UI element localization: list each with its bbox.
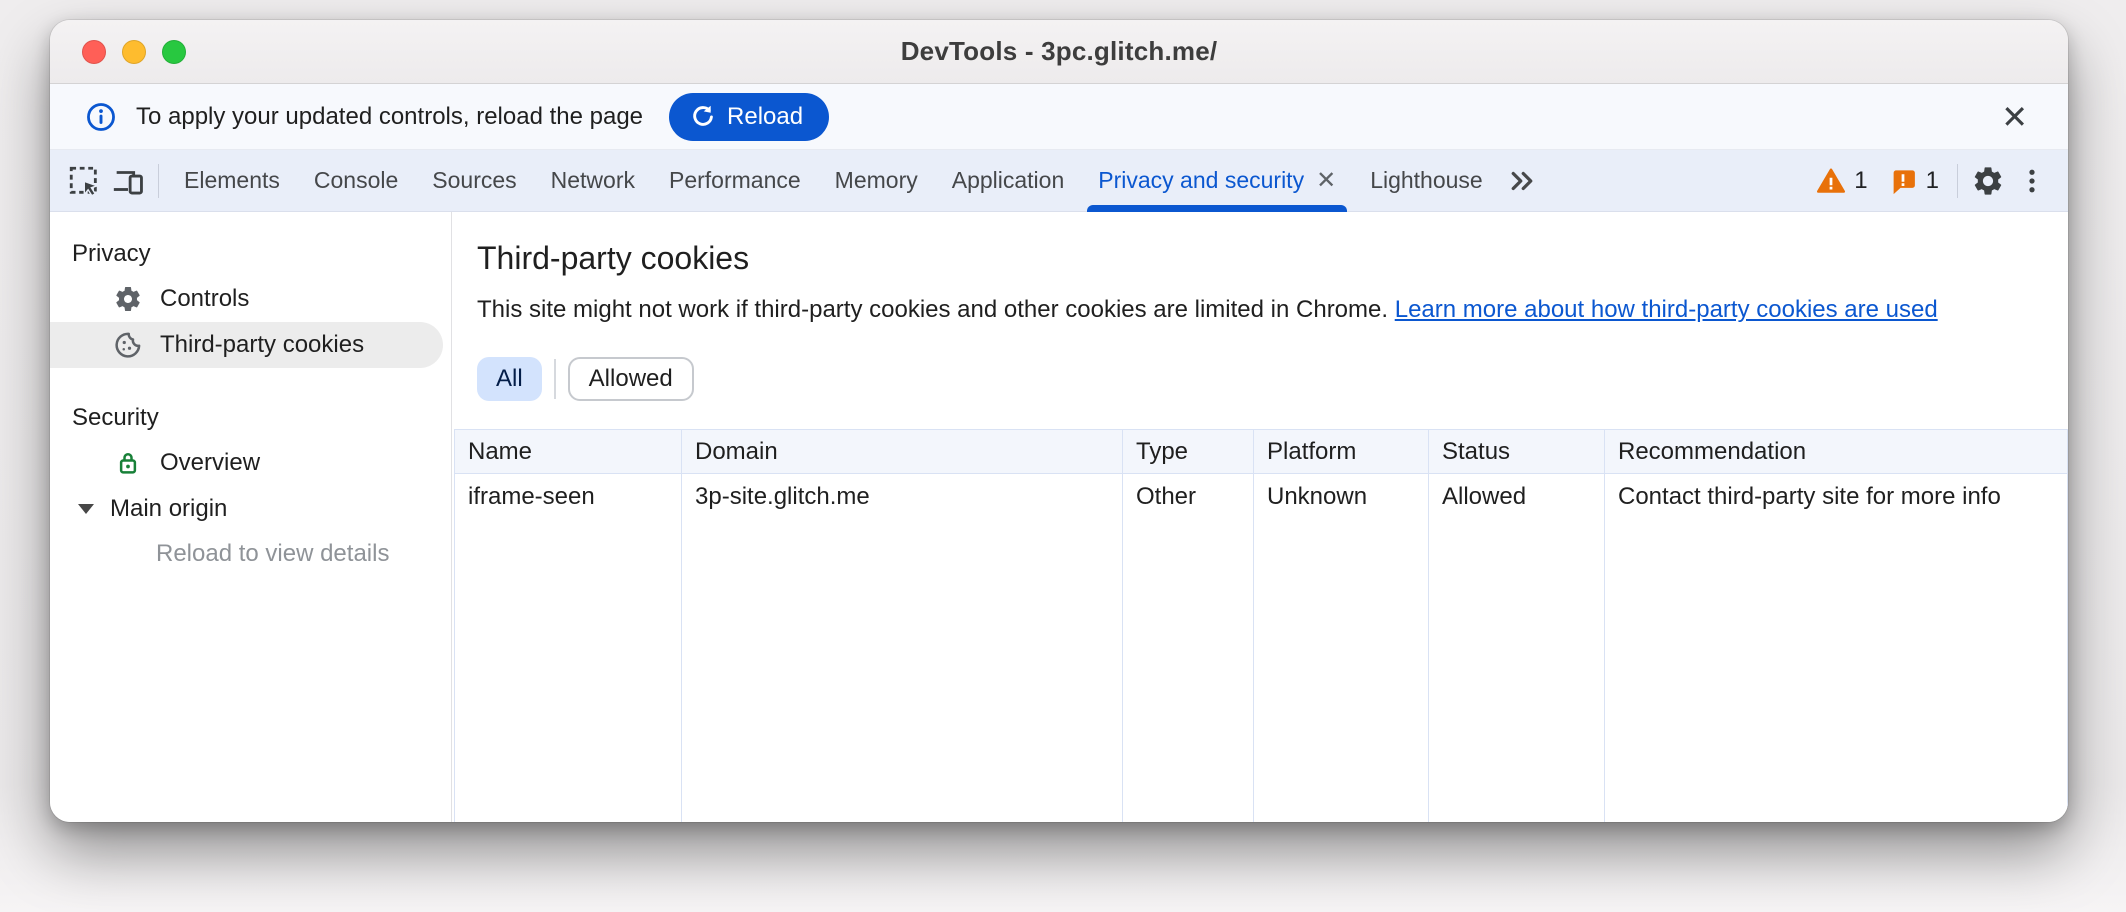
table-filler-column <box>1254 520 1429 822</box>
sidebar-item-overview[interactable]: Overview <box>50 440 443 486</box>
toolbar-divider-right <box>1957 164 1958 198</box>
minimize-window-button[interactable] <box>122 40 146 64</box>
sidebar-item-label: Main origin <box>110 495 227 523</box>
column-header-domain: Domain <box>682 429 1123 474</box>
cookies-table: Name Domain Type Platform Status Recomme… <box>454 429 2068 822</box>
tab-network[interactable]: Network <box>534 150 652 212</box>
sidebar-section-security: Security <box>50 396 451 440</box>
titlebar: DevTools - 3pc.glitch.me/ <box>50 20 2068 84</box>
table-row-cell-platform[interactable]: Unknown <box>1254 474 1429 520</box>
active-tab-underline <box>1087 205 1347 212</box>
sidebar-gap <box>50 368 451 396</box>
sidebar-item-third-party-cookies[interactable]: Third-party cookies <box>50 322 443 368</box>
table-row-cell-name[interactable]: iframe-seen <box>454 474 682 520</box>
table-row-cell-domain[interactable]: 3p-site.glitch.me <box>682 474 1123 520</box>
third-party-cookies-panel: Third-party cookies This site might not … <box>452 212 2068 822</box>
column-header-platform: Platform <box>1254 429 1429 474</box>
column-header-status: Status <box>1429 429 1605 474</box>
traffic-lights <box>82 20 186 83</box>
reload-to-view-details-note: Reload to view details <box>50 532 451 576</box>
gear-icon <box>112 283 144 315</box>
reload-infobar: To apply your updated controls, reload t… <box>50 84 2068 150</box>
column-header-name: Name <box>454 429 682 474</box>
table-filler-column <box>1429 520 1605 822</box>
table-row-cell-status[interactable]: Allowed <box>1429 474 1605 520</box>
panel-description: This site might not work if third-party … <box>477 293 2028 327</box>
filter-chip-allowed[interactable]: Allowed <box>568 357 694 401</box>
triangle-expander-icon[interactable] <box>78 504 94 514</box>
warning-icon <box>1816 166 1846 196</box>
reload-button-label: Reload <box>727 103 803 131</box>
device-toolbar-icon[interactable] <box>106 159 150 203</box>
close-window-button[interactable] <box>82 40 106 64</box>
tab-privacy-and-security[interactable]: Privacy and security ✕ <box>1081 150 1353 212</box>
tab-console[interactable]: Console <box>297 150 415 212</box>
zoom-window-button[interactable] <box>162 40 186 64</box>
devtools-toolbar: Elements Console Sources Network Perform… <box>50 150 2068 212</box>
sidebar-item-label: Third-party cookies <box>160 331 364 359</box>
more-options-icon[interactable] <box>2010 159 2054 203</box>
sidebar-item-controls[interactable]: Controls <box>50 276 443 322</box>
warning-count: 1 <box>1854 167 1867 195</box>
tab-sources[interactable]: Sources <box>415 150 533 212</box>
filter-chip-all[interactable]: All <box>477 357 542 401</box>
issue-count: 1 <box>1926 167 1939 195</box>
window-title: DevTools - 3pc.glitch.me/ <box>901 36 1218 67</box>
chip-divider <box>554 359 556 399</box>
table-filler-column <box>454 520 682 822</box>
column-header-type: Type <box>1123 429 1254 474</box>
lock-icon <box>112 447 144 479</box>
toolbar-divider <box>158 164 159 198</box>
panel-content: Privacy Controls Third-party cookies Sec… <box>50 212 2068 822</box>
tab-lighthouse[interactable]: Lighthouse <box>1353 150 1500 212</box>
panel-header: Third-party cookies This site might not … <box>452 212 2068 401</box>
cookie-icon <box>112 329 144 361</box>
tab-close-icon[interactable]: ✕ <box>1316 166 1336 195</box>
sidebar-item-label: Controls <box>160 285 249 313</box>
table-filler-column <box>1605 520 2068 822</box>
table-row-cell-type[interactable]: Other <box>1123 474 1254 520</box>
more-tabs-icon[interactable] <box>1500 159 1544 203</box>
table-filler-column <box>682 520 1123 822</box>
inspect-element-icon[interactable] <box>62 159 106 203</box>
issues-icon <box>1888 166 1918 196</box>
sidebar-item-label: Overview <box>160 449 260 477</box>
table-row-cell-recommendation[interactable]: Contact third-party site for more info <box>1605 474 2068 520</box>
devtools-window: DevTools - 3pc.glitch.me/ To apply your … <box>50 20 2068 822</box>
table-filler-column <box>1123 520 1254 822</box>
sidebar-item-main-origin[interactable]: Main origin <box>50 486 443 532</box>
filter-chips: All Allowed <box>477 357 2028 401</box>
issues-badge[interactable]: 1 <box>1888 166 1939 196</box>
description-text: This site might not work if third-party … <box>477 296 1388 323</box>
tab-elements[interactable]: Elements <box>167 150 297 212</box>
reload-icon <box>689 103 717 131</box>
tab-performance[interactable]: Performance <box>652 150 818 212</box>
learn-more-link[interactable]: Learn more about how third-party cookies… <box>1395 296 1938 323</box>
settings-gear-icon[interactable] <box>1966 159 2010 203</box>
warnings-badge[interactable]: 1 <box>1816 166 1867 196</box>
tab-application[interactable]: Application <box>935 150 1082 212</box>
privacy-security-sidebar: Privacy Controls Third-party cookies Sec… <box>50 212 452 822</box>
reload-button[interactable]: Reload <box>669 93 829 141</box>
sidebar-section-privacy: Privacy <box>50 232 451 276</box>
infobar-close-icon[interactable]: ✕ <box>1997 97 2032 137</box>
column-header-recommendation: Recommendation <box>1605 429 2068 474</box>
page-title: Third-party cookies <box>477 240 2028 277</box>
tab-memory[interactable]: Memory <box>818 150 935 212</box>
infobar-message: To apply your updated controls, reload t… <box>136 103 643 131</box>
info-icon <box>84 100 118 134</box>
